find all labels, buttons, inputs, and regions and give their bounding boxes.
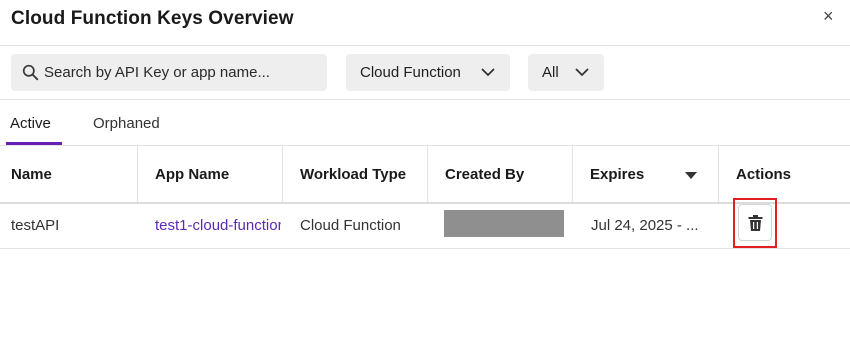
chevron-down-icon	[481, 68, 495, 77]
status-dropdown-label: All	[542, 64, 559, 81]
cell-name: testAPI	[11, 217, 60, 234]
status-dropdown[interactable]: All	[528, 54, 604, 91]
trash-icon	[748, 215, 763, 231]
cell-workload-type: Cloud Function	[300, 217, 401, 234]
search-input[interactable]	[44, 54, 324, 91]
tab-orphaned[interactable]: Orphaned	[93, 115, 160, 132]
close-icon[interactable]: ×	[823, 6, 834, 26]
redacted-created-by	[444, 210, 564, 237]
cell-app-name: test1-cloud-function	[138, 204, 283, 248]
sort-desc-icon[interactable]	[685, 172, 697, 179]
workload-type-dropdown[interactable]: Cloud Function	[346, 54, 510, 91]
filter-bar: Cloud Function All	[0, 46, 850, 100]
column-header-created-by: Created By	[428, 146, 573, 202]
column-header-name: Name	[0, 146, 138, 202]
tab-bar: Active Orphaned	[0, 100, 850, 146]
column-header-workload-type: Workload Type	[283, 146, 428, 202]
app-name-link[interactable]: test1-cloud-function	[155, 217, 281, 234]
table-header: Name App Name Workload Type Created By E…	[0, 146, 850, 204]
search-box[interactable]	[11, 54, 327, 91]
column-header-app-name: App Name	[138, 146, 283, 202]
column-header-expires[interactable]: Expires	[573, 146, 719, 202]
workload-type-dropdown-label: Cloud Function	[360, 64, 461, 81]
chevron-down-icon	[575, 68, 589, 77]
delete-button[interactable]	[738, 204, 772, 241]
search-icon	[22, 64, 39, 81]
cell-expires: Jul 24, 2025 - ...	[591, 217, 699, 234]
tab-active[interactable]: Active	[10, 115, 51, 132]
column-header-actions: Actions	[736, 166, 792, 183]
table-row: testAPI test1-cloud-function Cloud Funct…	[0, 198, 850, 249]
dialog-title: Cloud Function Keys Overview	[11, 8, 294, 29]
cell-created-by	[428, 204, 573, 248]
dialog-header: Cloud Function Keys Overview ×	[0, 0, 850, 46]
cell-actions	[719, 198, 850, 248]
